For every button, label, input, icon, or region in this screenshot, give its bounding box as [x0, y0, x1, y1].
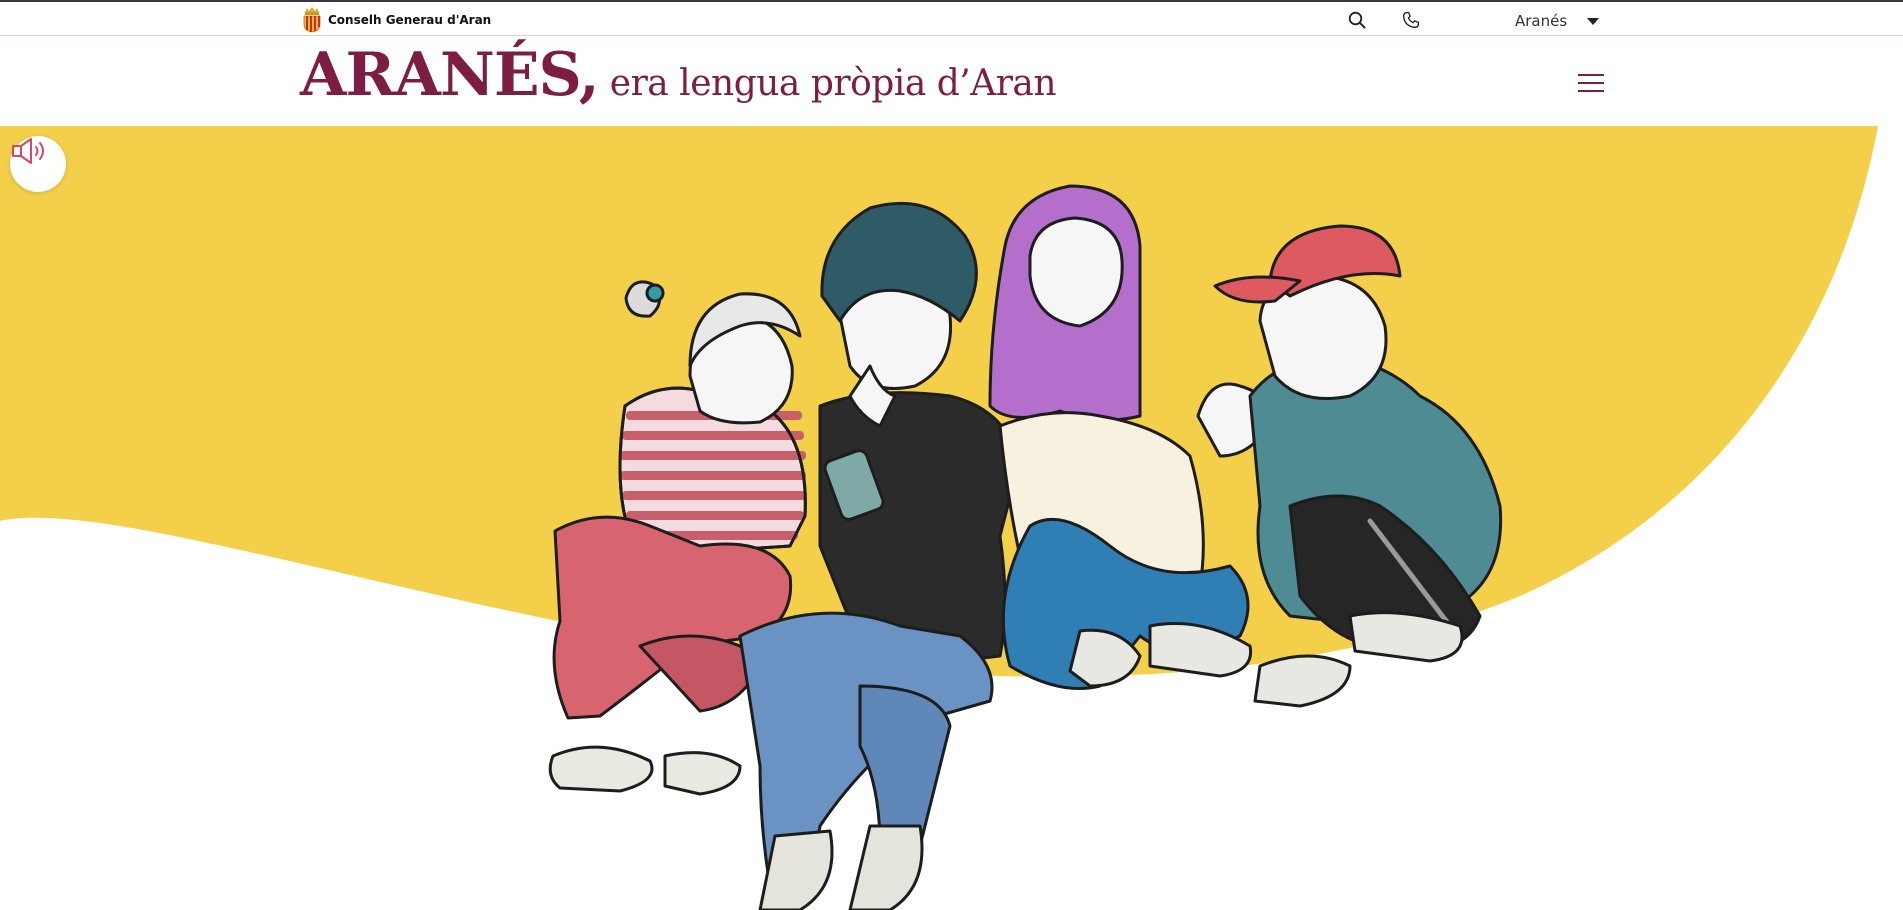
brand-logo-link[interactable]: Conselh Generau d'Aran [302, 6, 491, 34]
speaker-icon [12, 138, 44, 164]
search-button[interactable] [1346, 9, 1368, 31]
chevron-down-icon [1587, 17, 1600, 25]
audio-play-button[interactable] [10, 136, 66, 192]
top-utility-bar: Conselh Generau d'Aran Aranés [0, 0, 1903, 36]
search-icon [1348, 11, 1366, 29]
title-main: ARANÉS, [300, 40, 600, 110]
menu-line [1578, 82, 1604, 84]
phone-icon [1403, 11, 1420, 29]
hero-banner [0, 126, 1903, 910]
hamburger-menu-button[interactable] [1578, 72, 1604, 94]
menu-line [1578, 74, 1604, 76]
phone-button[interactable] [1400, 9, 1422, 31]
hero-background [0, 126, 1878, 910]
menu-line [1578, 90, 1604, 92]
language-select[interactable]: Aranés [1515, 10, 1600, 32]
coat-of-arms-icon [303, 7, 321, 33]
language-selected: Aranés [1515, 12, 1568, 30]
site-header: ARANÉS, era lengua pròpia d’Aran [0, 36, 1903, 126]
page-title: ARANÉS, era lengua pròpia d’Aran [300, 45, 1057, 105]
brand-name: Conselh Generau d'Aran [328, 13, 492, 27]
title-subtitle: era lengua pròpia d’Aran [609, 63, 1057, 104]
